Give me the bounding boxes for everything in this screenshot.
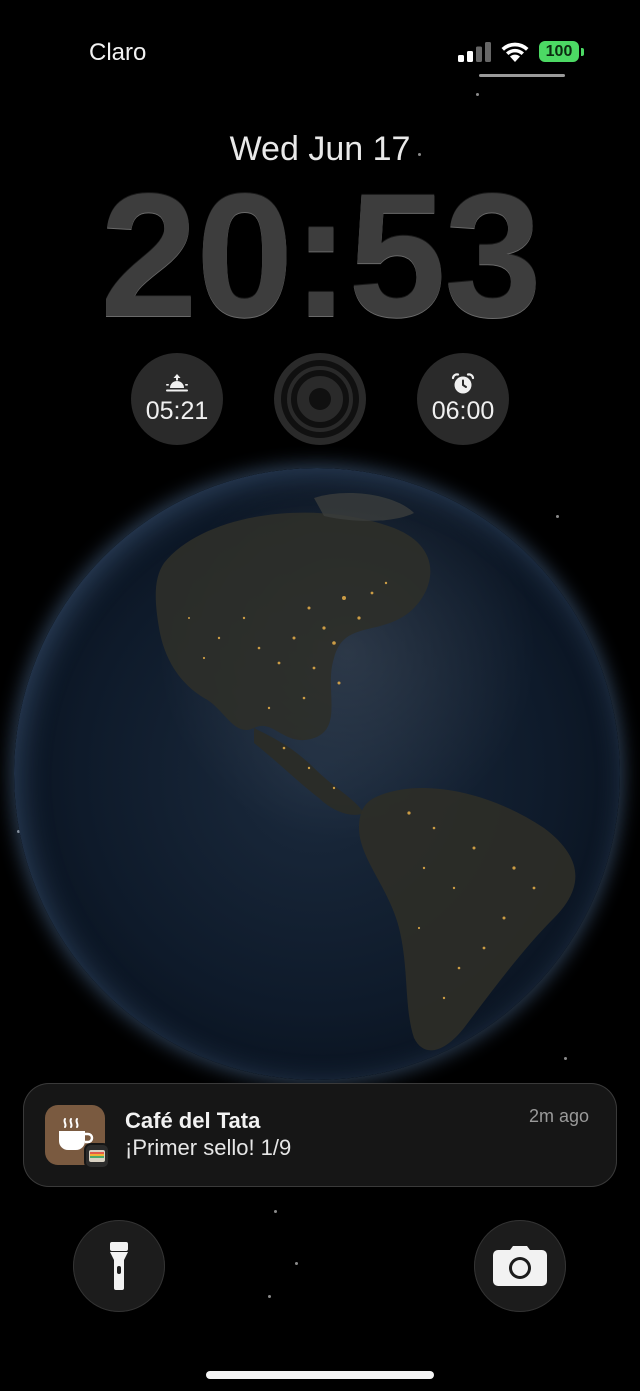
status-bar: Claro 100	[0, 0, 640, 90]
sunrise-icon	[166, 373, 188, 391]
wifi-icon	[501, 42, 529, 62]
star	[295, 1262, 298, 1265]
notification-time: 2m ago	[528, 1106, 589, 1126]
flashlight-icon	[110, 1242, 128, 1290]
camera-icon	[493, 1246, 547, 1286]
carrier-name: Claro	[89, 39, 147, 66]
notification-body: ¡Primer sello! 1/9	[125, 1135, 292, 1160]
star	[476, 93, 479, 96]
star	[268, 1295, 271, 1298]
battery-indicator: 100	[539, 41, 579, 62]
notification-title: Café del Tata	[125, 1108, 261, 1133]
cellular-signal-icon	[458, 42, 491, 62]
alarm-widget[interactable]: 06:00	[417, 353, 509, 445]
star	[274, 1210, 277, 1213]
notification-card[interactable]: Café del Tata ¡Primer sello! 1/9 2m ago	[23, 1083, 617, 1187]
focus-widget[interactable]	[274, 353, 366, 445]
battery-level: 100	[545, 42, 573, 60]
battery-tip	[581, 48, 584, 56]
alarm-time: 06:00	[431, 396, 495, 425]
flashlight-button[interactable]	[73, 1220, 165, 1312]
home-indicator[interactable]	[206, 1371, 434, 1379]
sunrise-widget[interactable]: 05:21	[131, 353, 223, 445]
lock-screen-clock: 20:53	[99, 158, 542, 354]
earth-continents	[155, 493, 576, 1051]
focus-rings-icon	[281, 360, 359, 438]
wallet-badge	[86, 1145, 108, 1167]
wallet-icon	[89, 1150, 105, 1162]
status-indicator-bar	[479, 74, 565, 77]
sunrise-time: 05:21	[145, 396, 209, 425]
camera-button[interactable]	[474, 1220, 566, 1312]
alarm-clock-icon	[451, 372, 475, 393]
